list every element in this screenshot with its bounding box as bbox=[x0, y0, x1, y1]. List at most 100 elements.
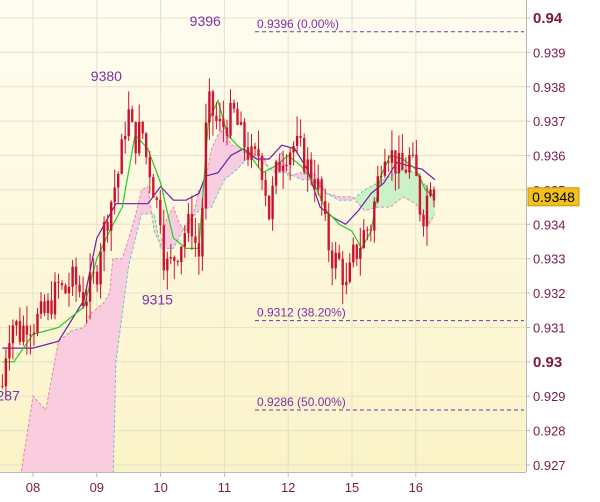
chart: 0.9396 (0.00%) 0.9312 (38.20%) 0.9286 (50.… bbox=[0, 0, 600, 497]
candle-body bbox=[215, 115, 218, 122]
candle-body bbox=[324, 201, 327, 215]
fib-level-label: 0.9286 (50.00%) bbox=[257, 395, 346, 409]
chart-canvas: 0.9396 (0.00%) 0.9312 (38.20%) 0.9286 (50.… bbox=[0, 0, 600, 497]
candle-body bbox=[18, 321, 22, 342]
price-annotation: 9380 bbox=[91, 68, 122, 84]
candle-body bbox=[218, 118, 222, 122]
candle-body bbox=[306, 159, 309, 172]
candle-body bbox=[348, 262, 351, 282]
candle-body bbox=[74, 266, 78, 285]
candle-body bbox=[148, 157, 151, 178]
candle-body bbox=[211, 91, 215, 116]
candle-body bbox=[176, 261, 179, 262]
candle-body bbox=[267, 195, 271, 220]
candle-body bbox=[110, 202, 113, 231]
candle-body bbox=[313, 179, 316, 190]
candle-body bbox=[81, 291, 85, 307]
candle-body bbox=[376, 176, 379, 202]
price-tick-label: 0.928 bbox=[533, 424, 566, 439]
candle-body bbox=[352, 244, 355, 263]
candle-body bbox=[338, 252, 341, 259]
candle-body bbox=[253, 146, 257, 150]
candle-body bbox=[281, 165, 285, 172]
candle-body bbox=[138, 121, 141, 154]
candle-body bbox=[162, 225, 165, 271]
candle-body bbox=[390, 150, 394, 163]
candle-body bbox=[204, 122, 208, 209]
candle-body bbox=[113, 187, 116, 203]
price-tick-label: 0.933 bbox=[533, 252, 566, 267]
candle-body bbox=[404, 169, 408, 173]
candle-body bbox=[418, 176, 422, 215]
candle-body bbox=[425, 195, 429, 227]
candle-body bbox=[288, 152, 292, 165]
candle-body bbox=[71, 266, 74, 287]
candle-body bbox=[373, 201, 376, 231]
candle-body bbox=[246, 147, 250, 160]
candle-body bbox=[362, 230, 365, 248]
candle-body bbox=[183, 233, 186, 247]
candle-body bbox=[239, 122, 243, 125]
candle-body bbox=[194, 236, 197, 243]
candle-body bbox=[197, 242, 201, 257]
candle-body bbox=[422, 214, 425, 227]
candle-body bbox=[64, 285, 67, 294]
candle-body bbox=[25, 325, 29, 335]
candle-body bbox=[53, 281, 57, 315]
candle-body bbox=[15, 321, 18, 326]
candle-body bbox=[401, 152, 404, 170]
price-tick-label: 0.937 bbox=[533, 114, 566, 129]
candle-body bbox=[190, 214, 194, 237]
candle-body bbox=[124, 136, 127, 140]
candle-body bbox=[102, 222, 106, 252]
price-tick-label: 0.929 bbox=[533, 389, 566, 404]
candle-body bbox=[383, 161, 387, 176]
candle-body bbox=[327, 214, 330, 251]
current-price-marker: 0.9348 bbox=[527, 187, 580, 207]
time-tick-label: 15 bbox=[345, 480, 359, 495]
time-tick-label: 11 bbox=[218, 480, 232, 495]
time-tick-label: 09 bbox=[90, 480, 104, 495]
candle-body bbox=[32, 332, 36, 335]
candle-body bbox=[345, 281, 348, 286]
candle-body bbox=[274, 161, 278, 186]
candle-body bbox=[187, 214, 190, 234]
candle-body bbox=[99, 251, 102, 285]
candle-body bbox=[4, 358, 8, 387]
candle-body bbox=[166, 258, 169, 271]
candle-body bbox=[46, 300, 50, 313]
candle-body bbox=[334, 252, 337, 269]
price-tick-label: 0.94 bbox=[533, 10, 563, 27]
candle-body bbox=[295, 136, 299, 146]
price-tick-label: 0.934 bbox=[533, 217, 566, 232]
candle-body bbox=[320, 179, 323, 201]
candle-body bbox=[201, 208, 204, 257]
candle-body bbox=[169, 257, 172, 259]
current-price-label: 0.9348 bbox=[532, 189, 575, 205]
candle-body bbox=[310, 159, 313, 179]
candle-body bbox=[173, 257, 176, 261]
candle-body bbox=[92, 271, 95, 273]
candle-body bbox=[159, 199, 162, 226]
candle-body bbox=[43, 301, 46, 313]
candle-body bbox=[8, 343, 11, 359]
price-tick-label: 0.932 bbox=[533, 286, 566, 301]
price-tick-label: 0.93 bbox=[533, 354, 562, 371]
candle-body bbox=[299, 136, 302, 138]
candle-body bbox=[257, 149, 260, 157]
candle-body bbox=[292, 146, 295, 153]
candle-body bbox=[271, 185, 274, 220]
fib-level-label: 0.9312 (38.20%) bbox=[257, 306, 346, 320]
candle-body bbox=[85, 301, 88, 307]
candle-body bbox=[152, 177, 155, 198]
candle-body bbox=[387, 161, 390, 163]
candle-body bbox=[88, 272, 92, 302]
price-annotation: 9315 bbox=[142, 291, 173, 307]
price-tick-label: 0.927 bbox=[533, 458, 566, 473]
candle-body bbox=[145, 133, 148, 158]
price-annotation: 9396 bbox=[190, 13, 221, 29]
candle-body bbox=[285, 165, 288, 166]
candle-body bbox=[341, 258, 344, 285]
candle-body bbox=[225, 127, 229, 136]
candle-body bbox=[155, 197, 158, 200]
